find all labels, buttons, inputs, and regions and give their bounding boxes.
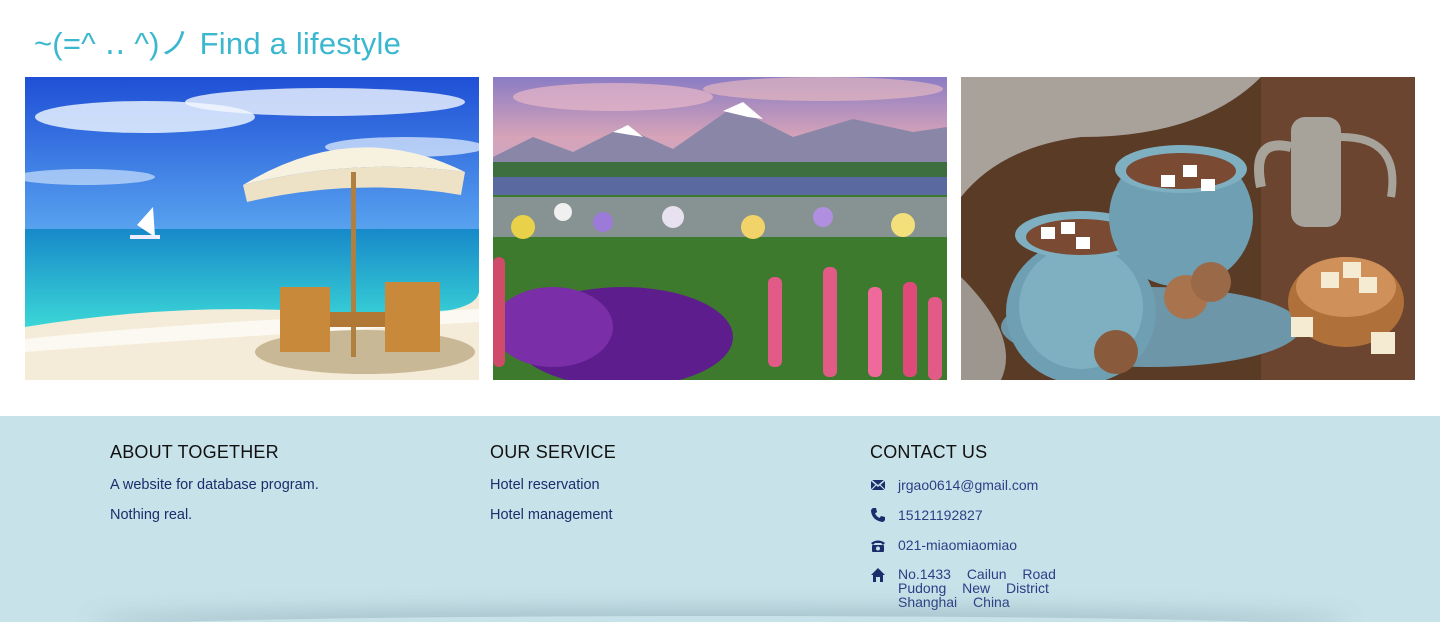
envelope-icon [870, 479, 886, 491]
address-line-2: Pudong New District [898, 580, 1049, 596]
home-icon [871, 568, 885, 582]
contact-email-row: jrgao0614@gmail.com [870, 477, 1038, 507]
service-section: OUR SERVICE Hotel reservation Hotel mana… [490, 442, 616, 537]
contact-mobile-row: 15121192827 [870, 507, 987, 537]
site-footer: ABOUT TOGETHER A website for database pr… [0, 416, 1440, 622]
address-line-1: No.1433 Cailun Road [898, 566, 1056, 582]
phone-handset-icon [871, 508, 885, 522]
contact-address-row: No.1433 Cailun Road Pudong New District … [870, 567, 1056, 609]
footer-shadow [90, 616, 1350, 622]
about-section: ABOUT TOGETHER A website for database pr… [110, 442, 319, 537]
mountain-lake-image [493, 77, 947, 380]
mountain-flowers-photo[interactable] [493, 77, 947, 380]
contact-heading: CONTACT US [870, 442, 988, 462]
address-line-3: Shanghai China [898, 594, 1010, 610]
about-line-2: Nothing real. [110, 507, 193, 523]
cocoa-cups-image [961, 77, 1415, 380]
hotel-reservation-link[interactable]: Hotel reservation [490, 477, 616, 493]
contact-phone[interactable]: 021-miaomiaomiao [898, 537, 1017, 553]
photo-gallery [25, 77, 1415, 381]
contact-mobile[interactable]: 15121192827 [898, 507, 983, 523]
contact-section: CONTACT US jrgao0614@gmail.com 151211928… [870, 442, 1056, 609]
contact-phone-row: 021-miaomiaomiao [870, 537, 1017, 567]
about-heading: ABOUT TOGETHER [110, 442, 279, 462]
contact-address: No.1433 Cailun Road Pudong New District … [898, 567, 1056, 609]
hot-cocoa-photo[interactable] [961, 77, 1415, 380]
about-line-1: A website for database program. [110, 477, 319, 493]
service-heading: OUR SERVICE [490, 442, 616, 462]
desk-phone-icon [871, 540, 885, 552]
beach-photo[interactable] [25, 77, 479, 380]
contact-email[interactable]: jrgao0614@gmail.com [898, 477, 1038, 493]
page-title: ~(=^ ‥ ^)ノ Find a lifestyle [34, 26, 402, 61]
beach-umbrella-image [25, 77, 479, 380]
hotel-management-link[interactable]: Hotel management [490, 507, 616, 523]
